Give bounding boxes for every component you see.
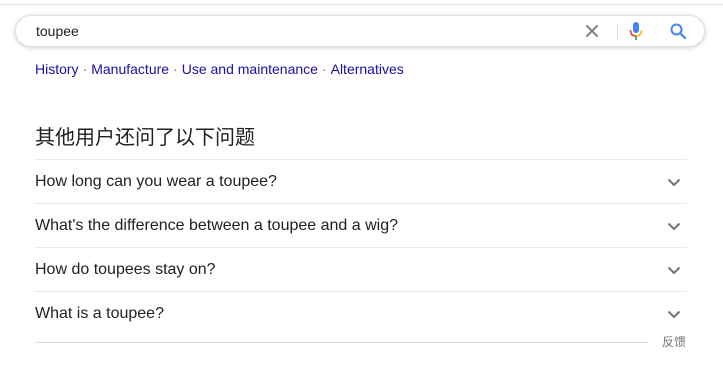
paa-question-row[interactable]: What is a toupee? <box>35 291 687 335</box>
related-link-history[interactable]: History <box>35 61 79 77</box>
chevron-down-icon <box>667 266 681 275</box>
chevron-down-icon <box>667 222 681 231</box>
top-divider <box>0 4 723 5</box>
related-link-manufacture[interactable]: Manufacture <box>91 61 169 77</box>
close-icon[interactable] <box>581 20 603 42</box>
search-results-page: History·Manufacture·Use and maintenance·… <box>0 0 723 390</box>
bottom-divider <box>35 342 648 343</box>
chevron-down-icon <box>667 178 681 187</box>
related-topics: History · Manufacture · Use and maintenance ·… <box>35 61 404 77</box>
link-separator: · <box>173 61 178 77</box>
people-also-ask-title: 其他用户还问了以下问题 <box>35 125 255 149</box>
paa-question-text: How long can you wear a toupee? <box>35 173 277 190</box>
microphone-icon[interactable] <box>625 20 647 42</box>
search-bar-divider <box>617 23 618 41</box>
paa-question-text: How do toupees stay on? <box>35 261 216 278</box>
related-link-alternatives[interactable]: Alternatives <box>331 61 404 77</box>
chevron-down-icon <box>667 310 681 319</box>
related-link-use-and-maintenance[interactable]: Use and maintenance <box>182 61 318 77</box>
feedback-link[interactable]: 反馈 <box>662 334 686 350</box>
search-input[interactable] <box>36 16 556 46</box>
link-separator: · <box>321 61 327 77</box>
paa-question-text: What's the difference between a toupee a… <box>35 217 399 234</box>
paa-question-text: What is a toupee? <box>35 305 164 322</box>
link-separator: · <box>82 61 88 77</box>
search-bar[interactable] <box>15 15 705 47</box>
paa-question-row[interactable]: How long can you wear a toupee? <box>35 159 687 203</box>
paa-question-row[interactable]: How do toupees stay on? <box>35 247 687 291</box>
paa-question-row[interactable]: What's the difference between a toupee a… <box>35 203 687 247</box>
search-icon[interactable] <box>667 20 689 42</box>
people-also-ask-list: How long can you wear a toupee? What's t… <box>35 159 687 335</box>
